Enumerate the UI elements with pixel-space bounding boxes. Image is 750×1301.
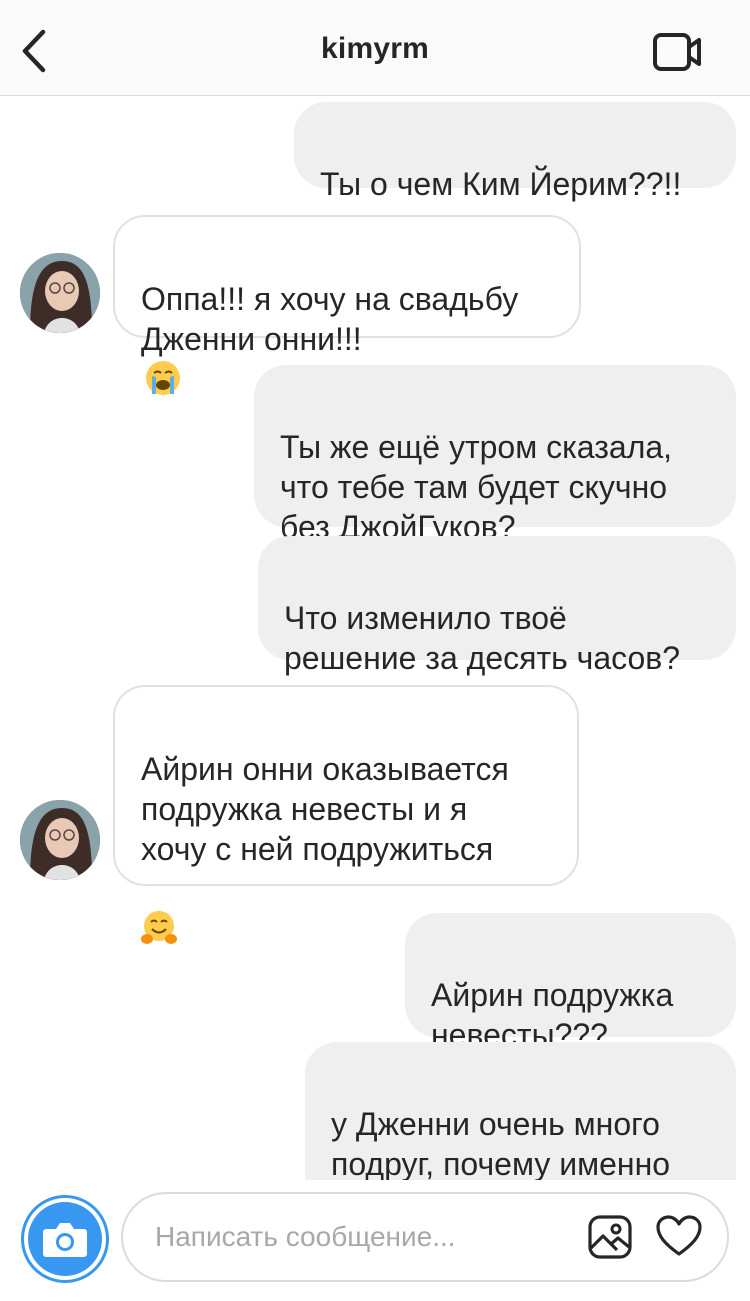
message-text: Айрин онни оказывается подружка невесты … <box>141 751 509 867</box>
message-bubble-outgoing[interactable]: Что изменило твоё решение за десять часо… <box>258 536 736 676</box>
image-gallery-icon <box>588 1215 632 1259</box>
message-bubble-outgoing[interactable]: Айрин подружка невесты??? <box>405 913 736 1053</box>
chat-title[interactable]: kimyrm <box>0 32 750 66</box>
message-text: Оппа!!! я хочу на свадьбу Дженни онни!!! <box>141 281 519 357</box>
message-composer <box>0 1180 750 1301</box>
gallery-button[interactable] <box>587 1214 633 1260</box>
message-bubble-outgoing[interactable]: Ты же ещё утром сказала, что тебе там бу… <box>254 365 736 583</box>
chat-header: kimyrm <box>0 0 750 96</box>
message-input-container <box>121 1192 729 1282</box>
loudly-crying-face-emoji <box>146 361 180 395</box>
message-bubble-outgoing[interactable]: Ты о чем Ким Йерим??!! <box>294 102 736 202</box>
message-input[interactable] <box>155 1194 575 1280</box>
camera-icon <box>43 1223 87 1257</box>
hugging-face-emoji <box>141 911 177 944</box>
avatar[interactable] <box>20 253 100 333</box>
avatar-photo <box>20 800 100 880</box>
message-text: у Дженни очень много подруг, почему имен… <box>331 1106 671 1180</box>
message-bubble-incoming[interactable]: Оппа!!! я хочу на свадьбу Дженни онни!!! <box>113 215 581 395</box>
camera-button[interactable] <box>21 1195 109 1283</box>
avatar[interactable] <box>20 800 100 880</box>
message-thread[interactable]: Ты о чем Ким Йерим??!! Оппа!!! я хочу на… <box>0 96 750 1180</box>
message-bubble-outgoing[interactable]: у Дженни очень много подруг, почему имен… <box>305 1042 736 1180</box>
avatar-photo <box>20 253 100 333</box>
message-text: Ты же ещё утром сказала, что тебе там бу… <box>280 429 673 545</box>
heart-icon <box>656 1215 702 1256</box>
like-button[interactable] <box>655 1214 703 1260</box>
camera-button-fill <box>28 1202 102 1276</box>
video-call-button[interactable] <box>650 30 706 74</box>
message-text: Ты о чем Ким Йерим??!! <box>320 166 682 202</box>
message-bubble-incoming[interactable]: Айрин онни оказывается подружка невесты … <box>113 685 579 944</box>
direct-message-screen: kimyrm Ты о чем Ким Йерим??!! Оппа!!! я … <box>0 0 750 1301</box>
message-text: Что изменило твоё решение за десять часо… <box>284 600 681 676</box>
video-camera-icon <box>653 33 701 71</box>
